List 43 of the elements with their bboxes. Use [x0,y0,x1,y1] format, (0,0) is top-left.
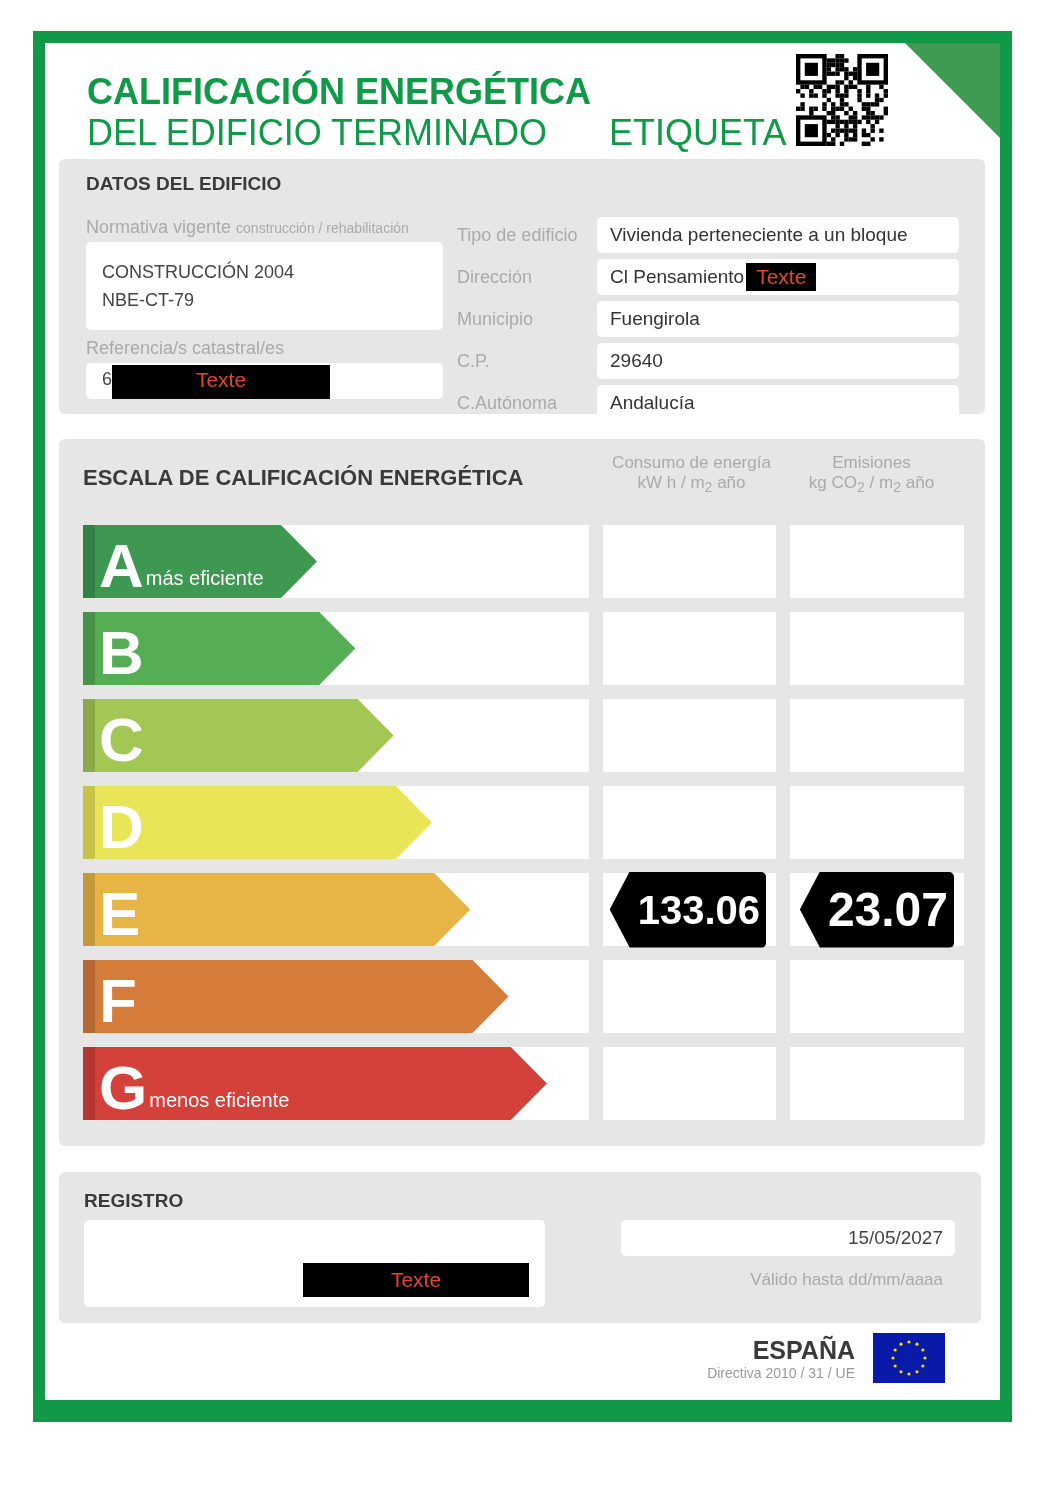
section-heading: DATOS DEL EDIFICIO [86,173,283,195]
country-name: ESPAÑA [751,1335,855,1365]
regulation-text: NBE-CT-79 [102,289,196,312]
field-value: Cl Pensamiento [610,266,745,288]
certificate-subtitle: DEL EDIFICIO TERMINADO [87,112,548,154]
regulation-text: CONSTRUCCIÓN 2004 [102,260,296,284]
field-value: 29640 [610,350,663,372]
field-value: Vivienda perteneciente a un bloque [610,224,908,246]
column-heading: Emisiones [831,453,912,473]
date-hint: Válido hasta dd/mm/aaaa [749,1270,944,1290]
rating-bar: F [83,960,509,1033]
reference-text: 6 [102,369,112,389]
field-label: Dirección [457,266,534,288]
rating-bar: D [83,786,432,859]
energy-value-tag: 133.06 [609,871,766,948]
redaction-box: Texte [303,1263,529,1297]
field-label: Municipio [457,308,535,330]
field-label: Referencia/s catastral/es [86,338,286,359]
column-heading: Consumo de energía [611,453,772,473]
emissions-value-tag: 23.07 [799,871,954,948]
unit-label: kW h / m$_{2}$ año [636,473,747,498]
unit-label: kg CO$_{2}$ / m$_{2}$ año [807,473,936,498]
rating-bar: A más eficiente [83,525,317,598]
redaction-box: Texte [746,263,817,291]
field-label: Tipo de edificio [457,224,579,246]
rating-bar: C [83,699,394,772]
field-label: Normativa vigente construcción / rehabilitación [86,217,410,238]
field-label: C.P. [457,350,491,372]
rating-bar: B [83,612,356,685]
qr-code-icon [796,54,889,146]
eu-flag-icon [873,1333,945,1383]
redaction-box: Texte [112,365,330,399]
field-value: Andalucía [610,392,695,414]
label-heading: ETIQUETA [609,112,787,154]
section-heading: ESCALA DE CALIFICACIÓN ENERGÉTICA [83,464,525,491]
rating-bar: G menos eficiente [83,1047,547,1120]
section-heading: REGISTRO [84,1190,185,1212]
rating-bar: E [83,873,471,946]
field-value: Fuengirola [610,308,700,330]
date-field: 15/05/2027 [621,1220,955,1256]
field-label: C.Autónoma [457,392,559,414]
directive-text: Directiva 2010 / 31 / UE [707,1364,855,1381]
certificate-title: CALIFICACIÓN ENERGÉTICA [87,72,592,112]
